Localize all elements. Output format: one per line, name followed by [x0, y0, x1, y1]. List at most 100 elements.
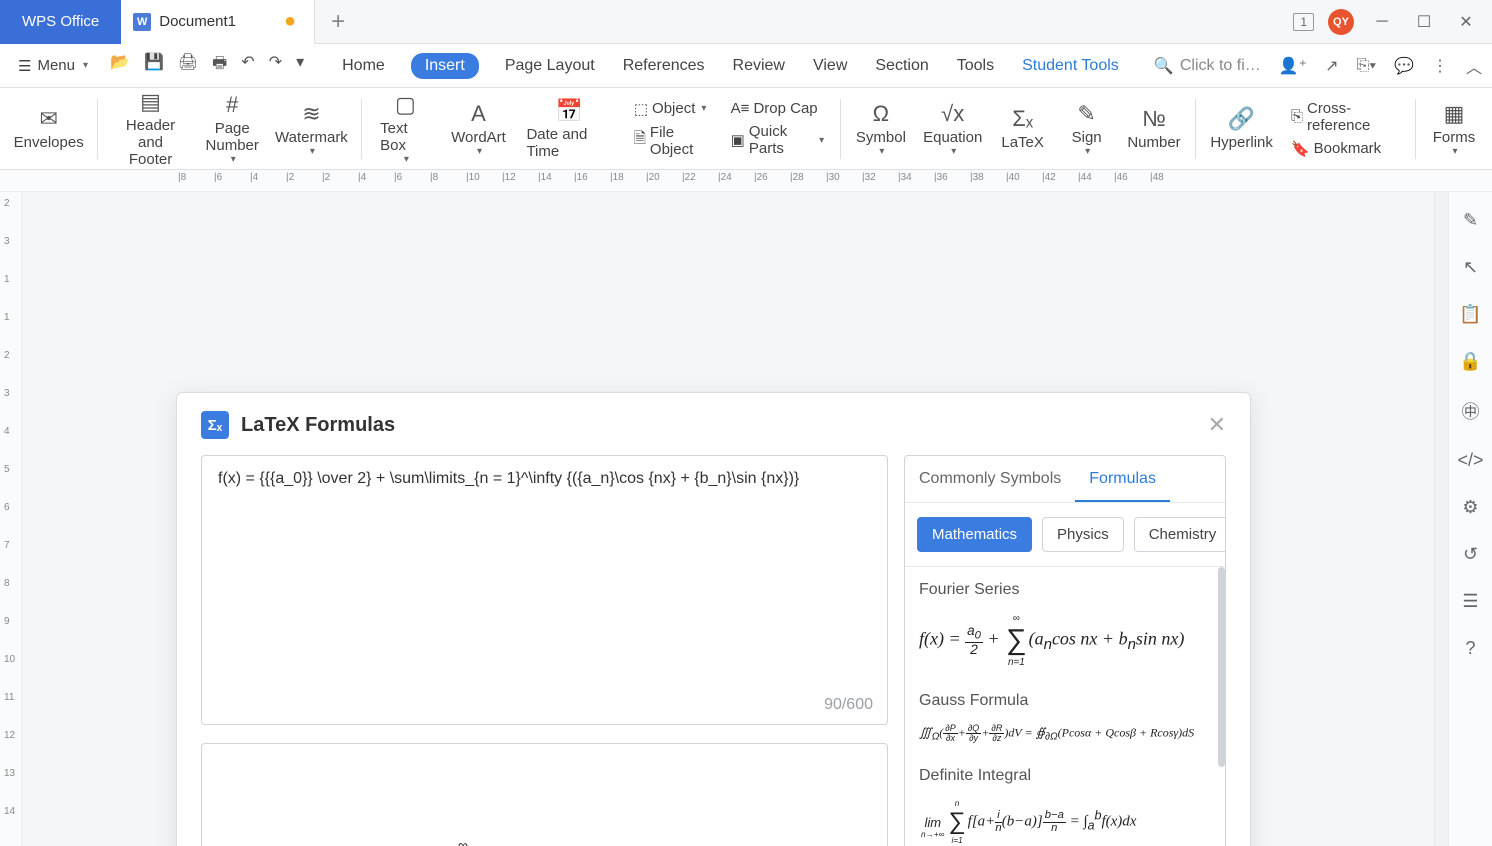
latex-input[interactable]: f(x) = {{{a_0}} \over 2} + \sum\limits_{… — [201, 455, 888, 725]
print-icon[interactable]: 🖨 — [178, 52, 198, 79]
bookmark-button[interactable]: 🔖Bookmark — [1291, 140, 1399, 158]
code-icon[interactable]: </> — [1457, 450, 1483, 471]
formula-list[interactable]: Fourier Series f(x) = a02 + ∞∑n=1(ancos … — [905, 567, 1225, 846]
close-window-button[interactable]: ✕ — [1452, 8, 1480, 36]
file-object-label: File Object — [650, 124, 711, 158]
tab-student-tools[interactable]: Student Tools — [1020, 53, 1121, 79]
tab-review[interactable]: Review — [731, 53, 787, 79]
object-button[interactable]: ⬚Object▾ — [634, 100, 711, 118]
formula-item-gauss[interactable]: Gauss Formula ∭Ω(∂P∂x+∂Q∂y+∂R∂z)dV = ∯∂Ω… — [919, 692, 1211, 743]
sign-button[interactable]: ✎Sign▾ — [1057, 88, 1117, 169]
more-icon[interactable]: ⋮ — [1432, 56, 1448, 76]
tab-section[interactable]: Section — [873, 53, 930, 79]
collapse-ribbon-icon[interactable]: ︿ — [1466, 54, 1482, 78]
document-tab[interactable]: W Document1 ● — [121, 0, 315, 44]
watermark-label: Watermark — [275, 129, 348, 146]
user-add-icon[interactable]: 👤⁺ — [1279, 56, 1307, 76]
tab-tools[interactable]: Tools — [955, 53, 996, 79]
menu-button[interactable]: ☰ Menu ▾ — [10, 53, 96, 79]
number-button[interactable]: № Number — [1121, 88, 1188, 169]
hyperlink-label: Hyperlink — [1210, 134, 1273, 151]
tab-references[interactable]: References — [621, 53, 707, 79]
vertical-scrollbar[interactable] — [1434, 192, 1448, 846]
file-object-button[interactable]: 🗎File Object — [634, 124, 711, 158]
pen-icon[interactable]: ✎ — [1463, 210, 1478, 231]
history-icon[interactable]: ↺ — [1463, 544, 1478, 565]
clipboard-icon[interactable]: 📋 — [1459, 304, 1481, 325]
save-icon[interactable]: 💾 — [144, 52, 164, 79]
pages-badge[interactable]: 1 — [1293, 13, 1314, 31]
lock-icon[interactable]: 🔒 — [1459, 351, 1481, 372]
quick-access-toolbar: 📂 💾 🖨 🖶 ↶ ↷ ▾ — [100, 52, 314, 79]
page-number-button[interactable]: #Page Number▾ — [199, 88, 266, 169]
qat-more-icon[interactable]: ▾ — [296, 52, 304, 79]
tab-commonly-symbols[interactable]: Commonly Symbols — [905, 456, 1075, 502]
sigma-badge-icon: Σₓ — [201, 411, 229, 439]
cross-reference-button[interactable]: ⎘Cross-reference — [1291, 100, 1399, 134]
envelopes-button[interactable]: ✉Envelopes — [8, 88, 89, 169]
minimize-button[interactable]: ─ — [1368, 8, 1396, 36]
search-placeholder: Click to fi… — [1180, 57, 1261, 75]
quick-parts-label: Quick Parts — [749, 123, 813, 157]
formula-expr: limn→+∞n∑i=1f[a+in(b−a)]b−an = ∫abf(x)dx — [919, 799, 1211, 845]
equation-label: Equation — [923, 129, 982, 146]
tab-page-layout[interactable]: Page Layout — [503, 53, 597, 79]
symbol-button[interactable]: ΩSymbol▾ — [849, 88, 913, 169]
number-icon: № — [1142, 106, 1166, 132]
header-footer-button[interactable]: ▤Header and Footer — [106, 88, 195, 169]
new-tab-button[interactable]: + — [315, 8, 361, 36]
tab-view[interactable]: View — [811, 53, 849, 79]
help-icon[interactable]: ? — [1465, 638, 1475, 659]
dialog-right-panel: Commonly Symbols Formulas Mathematics Ph… — [904, 455, 1226, 846]
hyperlink-button[interactable]: 🔗Hyperlink — [1204, 88, 1279, 169]
share-icon[interactable]: ↗ — [1325, 56, 1338, 76]
wordart-icon: A — [471, 101, 486, 127]
open-icon[interactable]: 📂 — [110, 52, 130, 79]
tab-mathematics[interactable]: Mathematics — [917, 517, 1032, 552]
latex-label: LaTeX — [1001, 134, 1044, 151]
drop-cap-label: Drop Cap — [753, 100, 817, 117]
redo-icon[interactable]: ↷ — [269, 52, 282, 79]
text-box-button[interactable]: ▢Text Box▾ — [370, 88, 440, 169]
dropcap-icon: A≡ — [731, 100, 750, 117]
tag-icon[interactable]: ⎘▾ — [1357, 57, 1377, 75]
latex-preview: f(x) = a02 + ∞∑n=1 (an cos nx + bn sin n… — [201, 743, 888, 846]
equation-button[interactable]: √xEquation▾ — [917, 88, 989, 169]
print-preview-icon[interactable]: 🖶 — [212, 52, 227, 79]
tab-home[interactable]: Home — [340, 53, 387, 79]
scrollbar-thumb[interactable] — [1218, 567, 1225, 767]
undo-icon[interactable]: ↶ — [241, 52, 254, 79]
drop-cap-button[interactable]: A≡Drop Cap — [731, 100, 824, 117]
formula-item-fourier[interactable]: Fourier Series f(x) = a02 + ∞∑n=1(ancos … — [919, 581, 1211, 668]
forms-button[interactable]: ▦Forms▾ — [1424, 88, 1484, 169]
search-button[interactable]: 🔍 Click to fi… — [1154, 56, 1261, 76]
translate-icon[interactable]: ㊥ — [1462, 398, 1480, 424]
comment-icon[interactable]: 💬 — [1394, 56, 1414, 76]
date-time-button[interactable]: 📅Date and Time — [516, 88, 621, 169]
dialog-left: f(x) = {{{a_0}} \over 2} + \sum\limits_{… — [201, 455, 888, 846]
page-number-icon: # — [226, 92, 238, 118]
tab-formulas[interactable]: Formulas — [1075, 456, 1170, 502]
maximize-button[interactable]: ☐ — [1410, 8, 1438, 36]
quick-parts-button[interactable]: ▣Quick Parts▾ — [731, 123, 824, 157]
tab-physics[interactable]: Physics — [1042, 517, 1124, 552]
user-avatar[interactable]: QY — [1328, 9, 1354, 35]
wordart-button[interactable]: AWordArt▾ — [445, 88, 513, 169]
tab-chemistry[interactable]: Chemistry — [1134, 517, 1226, 552]
latex-button[interactable]: ΣₓLaTeX — [993, 88, 1053, 169]
dialog-body: f(x) = {{{a_0}} \over 2} + \sum\limits_{… — [177, 449, 1250, 846]
list-icon[interactable]: ☰ — [1462, 591, 1478, 612]
app-tab[interactable]: WPS Office — [0, 0, 121, 44]
titlebar: WPS Office W Document1 ● + 1 QY ─ ☐ ✕ — [0, 0, 1492, 44]
watermark-icon: ≋ — [302, 101, 320, 127]
dialog-close-button[interactable]: ✕ — [1208, 412, 1226, 438]
page-scroll[interactable]: Σₓ LaTeX Formulas ✕ f(x) = {{{a_0}} \ove… — [22, 192, 1434, 846]
cursor-icon[interactable]: ↖ — [1463, 257, 1478, 278]
number-label: Number — [1127, 134, 1180, 151]
formula-item-definite-integral[interactable]: Definite Integral limn→+∞n∑i=1f[a+in(b−a… — [919, 767, 1211, 845]
char-count: 90/600 — [824, 696, 873, 714]
settings-icon[interactable]: ⚙ — [1462, 497, 1478, 518]
tab-insert[interactable]: Insert — [411, 53, 479, 79]
search-icon: 🔍 — [1154, 56, 1174, 76]
watermark-button[interactable]: ≋Watermark▾ — [270, 88, 354, 169]
